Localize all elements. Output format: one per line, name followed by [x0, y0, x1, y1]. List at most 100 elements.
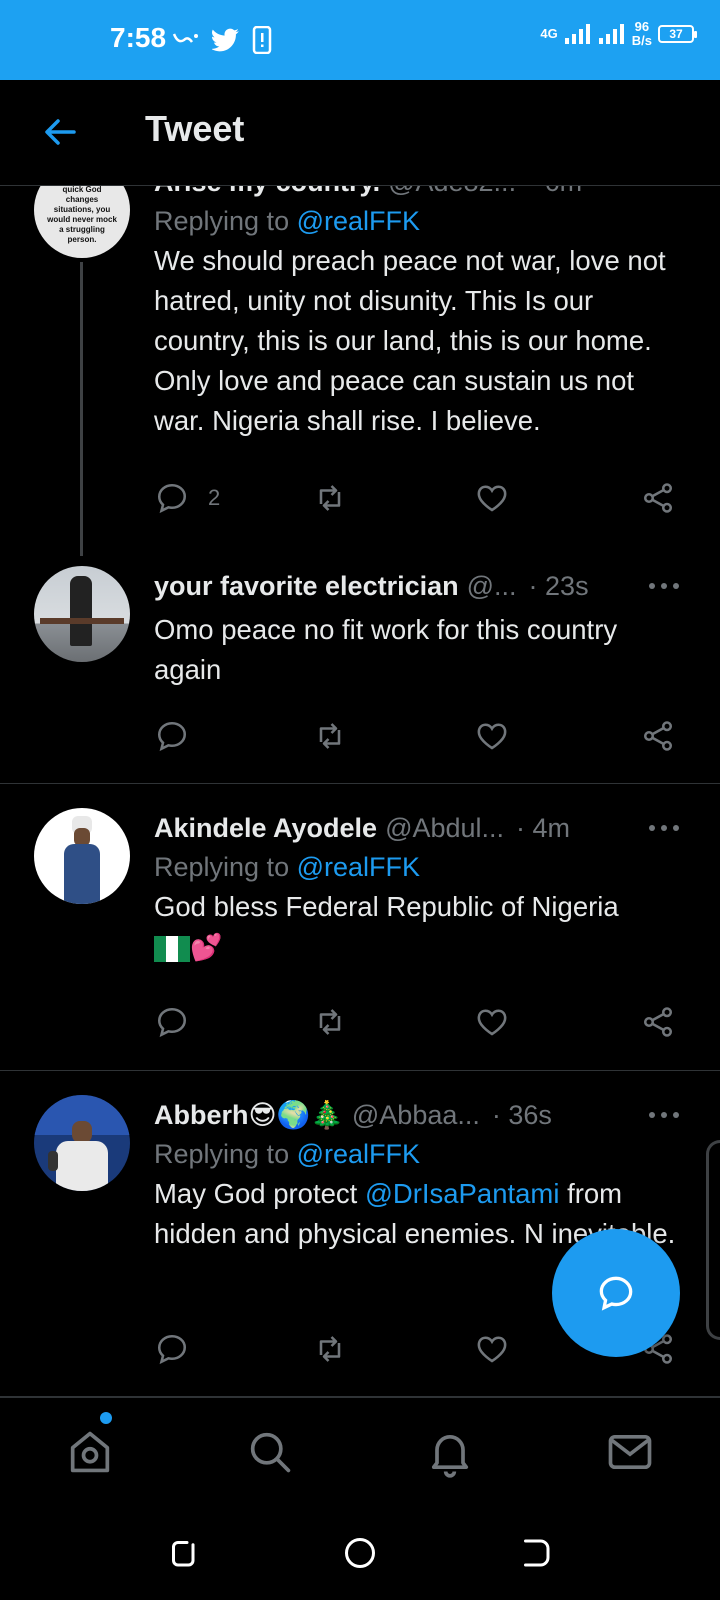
- share-icon: [643, 483, 673, 513]
- tweet[interactable]: If you knew how quick God changes situat…: [0, 162, 720, 554]
- compose-reply-icon: [599, 1276, 633, 1311]
- like-button[interactable]: [474, 1004, 510, 1040]
- avatar-mic: [48, 1151, 58, 1171]
- tweet-header: Abberh😎🌍🎄 @Abbaa... · 36s: [154, 1095, 680, 1135]
- reply-button[interactable]: 2: [154, 480, 220, 516]
- tweet-text-content: God bless Federal Republic of Nigeria: [154, 891, 619, 922]
- battery-icon: 37: [658, 25, 697, 43]
- back-icon[interactable]: [518, 1535, 554, 1571]
- retweet-button[interactable]: [312, 480, 348, 516]
- reply-button[interactable]: [154, 1331, 190, 1367]
- reply-icon: [157, 1334, 187, 1365]
- mention-link[interactable]: @DrIsaPantami: [365, 1178, 560, 1209]
- retweet-icon: [319, 723, 341, 749]
- share-button[interactable]: [640, 1004, 676, 1040]
- mention-link[interactable]: @realFFK: [297, 206, 420, 236]
- share-button[interactable]: [640, 480, 676, 516]
- tweet-time: · 36s: [491, 1099, 552, 1130]
- share-button[interactable]: [640, 718, 676, 754]
- reply-button[interactable]: [154, 1004, 190, 1040]
- top-app-bar: Tweet: [0, 80, 720, 186]
- system-nav-bar: [0, 1507, 720, 1600]
- avatar-outfit: [56, 1141, 108, 1191]
- like-button[interactable]: [474, 718, 510, 754]
- heart-icon: [477, 1336, 507, 1363]
- new-content-dot: [100, 1412, 112, 1424]
- status-time: 7:58: [110, 22, 167, 53]
- share-icon: [643, 1007, 673, 1037]
- avatar[interactable]: [34, 808, 130, 904]
- user-handle: @Abbaa...: [351, 1099, 480, 1130]
- tweet[interactable]: your favorite electrician @... · 23s Omo…: [0, 566, 720, 766]
- reply-icon: [157, 483, 187, 514]
- like-button[interactable]: [474, 480, 510, 516]
- reply-icon: [157, 1007, 187, 1038]
- arrow-left-icon[interactable]: [40, 112, 80, 152]
- compose-reply-button[interactable]: [552, 1229, 680, 1357]
- phone-alert-icon: [252, 26, 272, 54]
- emoji-hearts: 💕: [190, 932, 223, 962]
- tweet-header: your favorite electrician @... · 23s: [154, 566, 680, 606]
- signal-icon: [564, 24, 590, 44]
- more-icon[interactable]: [648, 1111, 680, 1119]
- network-label: 4G: [540, 26, 558, 41]
- replying-to: Replying to @realFFK: [154, 1139, 680, 1170]
- share-icon: [643, 721, 673, 751]
- avatar-building: [40, 618, 124, 624]
- tweet-text: Omo peace no fit work for this country a…: [154, 614, 618, 685]
- tweet-text: God bless Federal Republic of Nigeria 💕: [154, 887, 680, 967]
- tweet-actions: 2: [154, 480, 680, 520]
- reply-icon: [157, 721, 187, 752]
- status-bar: 7:58 4G 96 B/s 37: [0, 0, 720, 80]
- tweet-actions: [154, 718, 680, 758]
- tweet-actions: [154, 1004, 680, 1044]
- bell-icon[interactable]: [424, 1426, 476, 1478]
- tweet-time: · 4m: [516, 812, 571, 843]
- avatar[interactable]: [34, 566, 130, 662]
- tweet[interactable]: Akindele Ayodele @Abdul... · 4m Replying…: [0, 808, 720, 1048]
- replying-to: Replying to @realFFK: [154, 852, 680, 883]
- retweet-button[interactable]: [312, 1331, 348, 1367]
- network-speed: 96 B/s: [632, 20, 652, 48]
- replying-label: Replying to: [154, 852, 290, 882]
- search-icon[interactable]: [244, 1426, 296, 1478]
- user-handle: @Abdul...: [385, 812, 505, 843]
- retweet-icon: [319, 485, 341, 511]
- user-handle: @...: [466, 570, 517, 601]
- recents-icon[interactable]: [166, 1535, 202, 1571]
- mention-link[interactable]: @realFFK: [297, 852, 420, 882]
- mail-icon[interactable]: [604, 1426, 656, 1478]
- retweet-button[interactable]: [312, 1004, 348, 1040]
- reply-button[interactable]: [154, 718, 190, 754]
- mention-link[interactable]: @realFFK: [297, 1139, 420, 1169]
- tweet-time: · 23s: [528, 570, 589, 601]
- avatar[interactable]: [34, 1095, 130, 1191]
- avatar-face: [72, 1121, 92, 1143]
- home-circle-icon[interactable]: [342, 1535, 378, 1571]
- heart-icon: [477, 1009, 507, 1036]
- like-button[interactable]: [474, 1331, 510, 1367]
- divider: [0, 1070, 720, 1071]
- bottom-nav: [0, 1397, 720, 1507]
- home-icon[interactable]: [64, 1426, 116, 1478]
- retweet-button[interactable]: [312, 718, 348, 754]
- battery-level: 37: [669, 27, 683, 41]
- twitter-bird-icon: [212, 28, 239, 52]
- retweet-icon: [319, 1009, 341, 1035]
- reply-count: 2: [208, 485, 221, 510]
- display-name[interactable]: your favorite electrician: [154, 571, 459, 602]
- replying-label: Replying to: [154, 206, 290, 236]
- edge-panel-handle[interactable]: [706, 1140, 720, 1340]
- status-right: 4G 96 B/s 37: [540, 20, 697, 48]
- tweet-header: Akindele Ayodele @Abdul... · 4m: [154, 808, 680, 848]
- nigeria-flag-icon: [154, 935, 190, 962]
- display-name[interactable]: Abberh😎🌍🎄: [154, 1099, 344, 1131]
- signal-icon-2: [598, 24, 624, 44]
- heart-icon: [477, 723, 507, 750]
- display-name[interactable]: Akindele Ayodele: [154, 813, 377, 844]
- replying-to: Replying to @realFFK: [154, 206, 680, 237]
- heart-icon: [477, 485, 507, 512]
- tweet-text: We should preach peace not war, love not…: [154, 245, 666, 436]
- more-icon[interactable]: [648, 824, 680, 832]
- more-icon[interactable]: [648, 582, 680, 590]
